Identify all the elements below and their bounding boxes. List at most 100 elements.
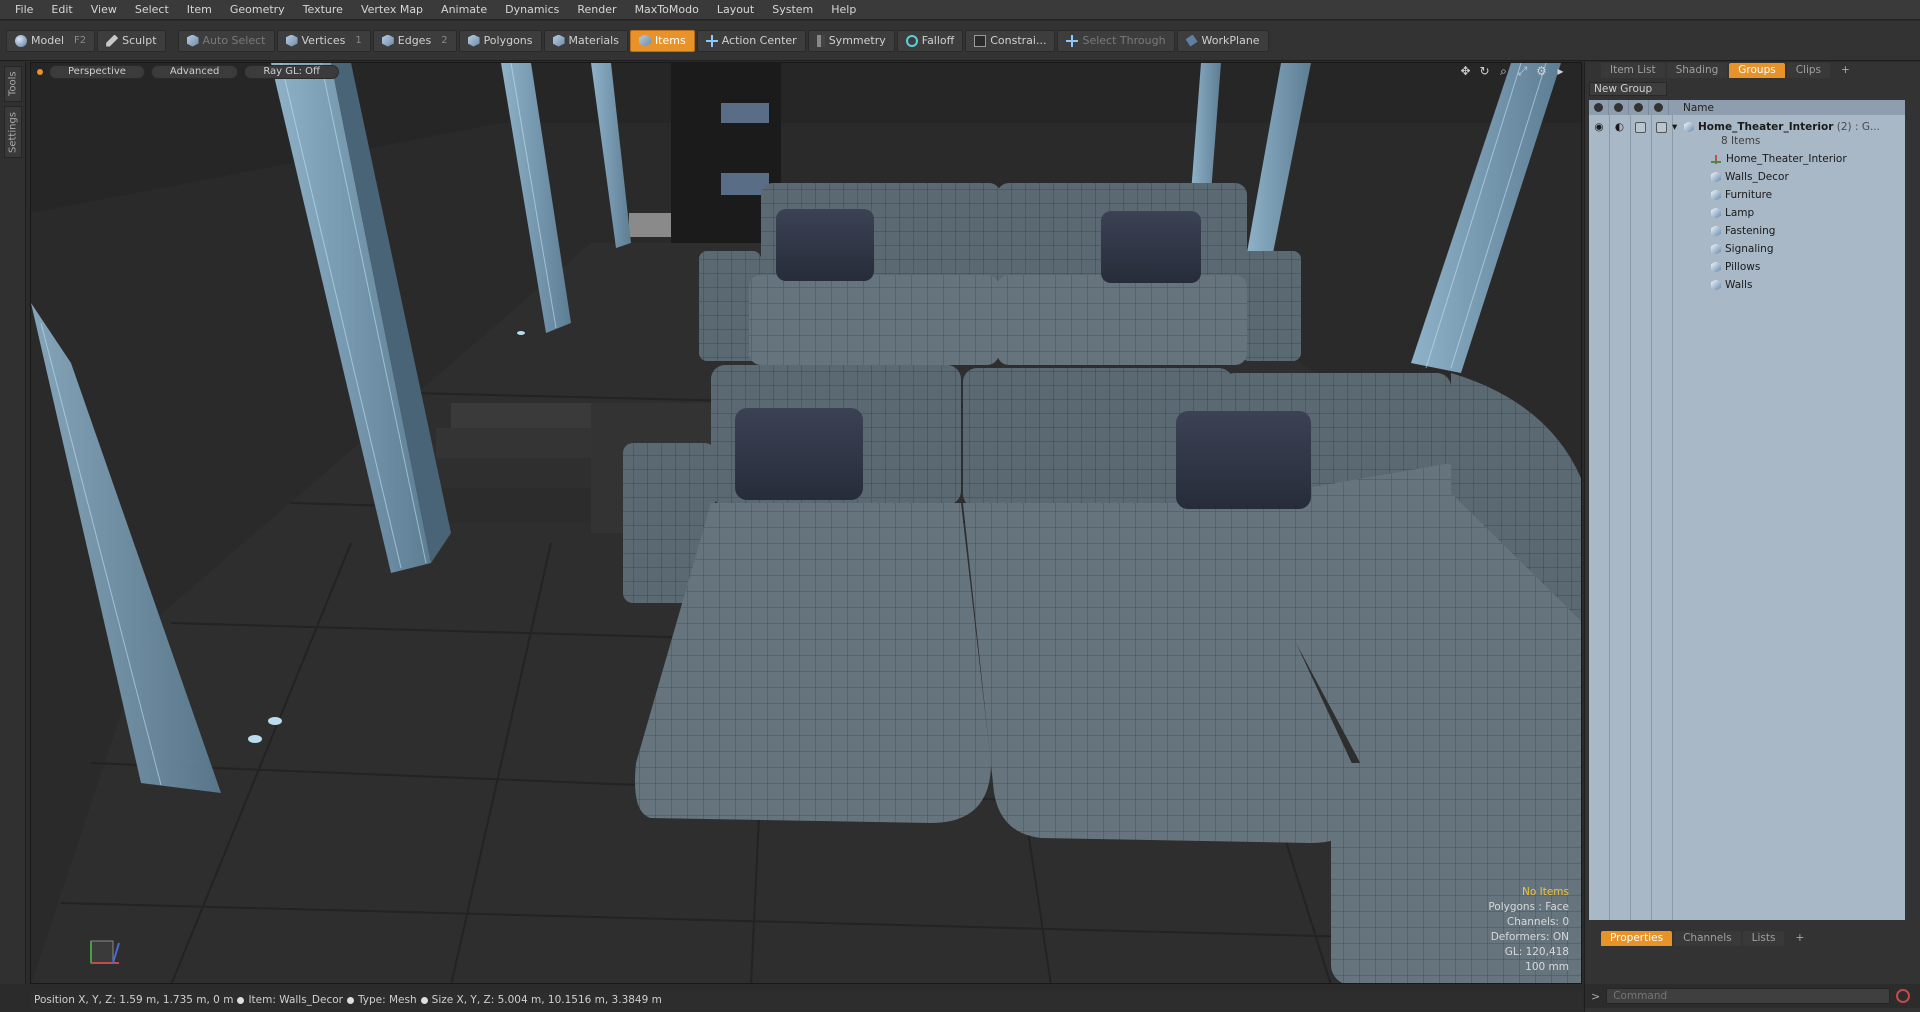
menu-texture[interactable]: Texture bbox=[294, 0, 352, 20]
gear-icon[interactable]: ⚙ bbox=[1535, 65, 1548, 78]
symmetry-button[interactable]: Symmetry bbox=[807, 29, 895, 52]
menu-maxtomodo[interactable]: MaxToModo bbox=[626, 0, 708, 20]
item-value: Walls_Decor bbox=[279, 994, 343, 1006]
vertices-button[interactable]: Vertices 1 bbox=[276, 29, 371, 52]
arrow-right-icon[interactable]: ▸ bbox=[1554, 65, 1567, 78]
group-child-name: Furniture bbox=[1725, 189, 1773, 201]
add-tab-button[interactable]: + bbox=[1832, 63, 1859, 78]
group-child-row[interactable]: Lamp bbox=[1589, 204, 1905, 222]
mesh-icon bbox=[1711, 243, 1721, 255]
tab-groups[interactable]: Groups bbox=[1729, 62, 1785, 78]
edges-icon bbox=[381, 34, 394, 47]
group-child-row[interactable]: Home_Theater_Interior bbox=[1589, 150, 1905, 168]
menu-file[interactable]: File bbox=[6, 0, 42, 20]
crosshair-icon bbox=[705, 34, 718, 47]
right-panel: Item List Shading Groups Clips + New Gro… bbox=[1584, 62, 1920, 1012]
group-child-name: Fastening bbox=[1725, 225, 1776, 237]
rotate-icon[interactable]: ↻ bbox=[1478, 65, 1491, 78]
groups-list[interactable]: Name ◉ ◐ ▾ Home_Theater_Interior (2) : G… bbox=[1589, 100, 1905, 920]
polygons-button[interactable]: Polygons bbox=[458, 29, 542, 52]
render-column-icon[interactable] bbox=[1609, 100, 1629, 115]
add-bottom-tab-button[interactable]: + bbox=[1786, 931, 1813, 946]
group-child-row[interactable]: Walls bbox=[1589, 276, 1905, 294]
tools-tab[interactable]: Tools bbox=[4, 66, 22, 102]
zoom-icon[interactable]: ⌕ bbox=[1497, 65, 1510, 78]
tab-shading[interactable]: Shading bbox=[1666, 62, 1728, 78]
auto-select-button[interactable]: Auto Select bbox=[177, 29, 275, 52]
mesh-icon bbox=[1711, 225, 1721, 237]
menu-system[interactable]: System bbox=[763, 0, 822, 20]
new-group-button[interactable]: New Group bbox=[1589, 82, 1667, 96]
items-button[interactable]: Items bbox=[629, 29, 695, 52]
menu-animate[interactable]: Animate bbox=[432, 0, 496, 20]
constraints-button[interactable]: Constrai... bbox=[965, 29, 1056, 52]
menu-select[interactable]: Select bbox=[126, 0, 178, 20]
select-checkbox[interactable] bbox=[1656, 121, 1667, 133]
model-label: Model bbox=[31, 34, 65, 47]
workplane-button[interactable]: WorkPlane bbox=[1176, 29, 1269, 52]
constraint-icon bbox=[974, 34, 987, 47]
falloff-button[interactable]: Falloff bbox=[896, 29, 964, 52]
action-center-button[interactable]: Action Center bbox=[696, 29, 806, 52]
3d-viewport[interactable]: Perspective Advanced Ray GL: Off ✥ ↻ ⌕ ⤢… bbox=[30, 62, 1582, 984]
command-prompt-icon: > bbox=[1591, 989, 1601, 1003]
group-child-name: Home_Theater_Interior bbox=[1726, 153, 1847, 165]
group-child-row[interactable]: Signaling bbox=[1589, 240, 1905, 258]
tab-channels[interactable]: Channels bbox=[1674, 930, 1741, 946]
tab-clips[interactable]: Clips bbox=[1786, 62, 1831, 78]
viewport-menu-icon[interactable] bbox=[37, 69, 43, 75]
scene-render bbox=[31, 63, 1581, 983]
vertices-hotkey: 1 bbox=[355, 35, 362, 46]
edges-hotkey: 2 bbox=[441, 35, 448, 46]
eye-icon[interactable]: ◉ bbox=[1589, 121, 1609, 133]
sphere-icon bbox=[15, 34, 27, 47]
select-column-icon[interactable] bbox=[1649, 100, 1669, 115]
group-child-row[interactable]: Fastening bbox=[1589, 222, 1905, 240]
visibility-column-icon[interactable] bbox=[1589, 100, 1609, 115]
menu-layout[interactable]: Layout bbox=[708, 0, 763, 20]
menu-help[interactable]: Help bbox=[822, 0, 865, 20]
group-icon bbox=[1684, 121, 1694, 133]
bottom-panel-tabs: Properties Channels Lists + bbox=[1585, 930, 1920, 946]
edges-button[interactable]: Edges 2 bbox=[372, 29, 457, 52]
collapse-arrow-icon[interactable]: ▾ bbox=[1672, 121, 1684, 133]
brush-icon bbox=[106, 34, 119, 47]
model-mode-button[interactable]: Model F2 bbox=[6, 29, 96, 52]
shading-mode-button[interactable]: Advanced bbox=[150, 65, 239, 79]
group-child-name: Lamp bbox=[1725, 207, 1755, 219]
lock-column-icon[interactable] bbox=[1629, 100, 1649, 115]
position-label: Position X, Y, Z: bbox=[34, 994, 116, 1006]
lock-checkbox[interactable] bbox=[1635, 121, 1646, 133]
group-child-row[interactable]: Walls_Decor bbox=[1589, 168, 1905, 186]
menu-render[interactable]: Render bbox=[568, 0, 625, 20]
render-toggle-icon[interactable]: ◐ bbox=[1609, 121, 1630, 133]
stop-icon[interactable] bbox=[1896, 989, 1911, 1003]
select-through-label: Select Through bbox=[1082, 34, 1166, 47]
select-through-button[interactable]: Select Through bbox=[1057, 29, 1175, 52]
menu-item[interactable]: Item bbox=[178, 0, 221, 20]
group-child-row[interactable]: Furniture bbox=[1589, 186, 1905, 204]
menu-view[interactable]: View bbox=[82, 0, 126, 20]
menu-dynamics[interactable]: Dynamics bbox=[496, 0, 568, 20]
mesh-icon bbox=[1711, 207, 1721, 219]
tab-item-list[interactable]: Item List bbox=[1601, 62, 1665, 78]
pan-icon[interactable]: ✥ bbox=[1459, 65, 1472, 78]
hud-deformers: Deformers: ON bbox=[1490, 931, 1569, 943]
menu-vertex-map[interactable]: Vertex Map bbox=[352, 0, 432, 20]
viewport-info-hud: No Items Polygons : Face Channels: 0 Def… bbox=[1488, 885, 1569, 975]
menu-edit[interactable]: Edit bbox=[42, 0, 81, 20]
command-input[interactable] bbox=[1606, 988, 1891, 1004]
materials-button[interactable]: Materials bbox=[543, 29, 628, 52]
left-tool-strip: Tools Settings bbox=[0, 62, 26, 984]
sculpt-mode-button[interactable]: Sculpt bbox=[97, 29, 166, 52]
settings-tab[interactable]: Settings bbox=[4, 106, 22, 158]
falloff-label: Falloff bbox=[921, 34, 955, 47]
tab-lists[interactable]: Lists bbox=[1742, 930, 1785, 946]
group-child-row[interactable]: Pillows bbox=[1589, 258, 1905, 276]
maximize-icon[interactable]: ⤢ bbox=[1516, 65, 1529, 78]
symmetry-label: Symmetry bbox=[828, 34, 886, 47]
raygl-button[interactable]: Ray GL: Off bbox=[244, 65, 339, 79]
view-type-button[interactable]: Perspective bbox=[49, 65, 145, 79]
menu-geometry[interactable]: Geometry bbox=[221, 0, 294, 20]
tab-properties[interactable]: Properties bbox=[1601, 930, 1673, 946]
